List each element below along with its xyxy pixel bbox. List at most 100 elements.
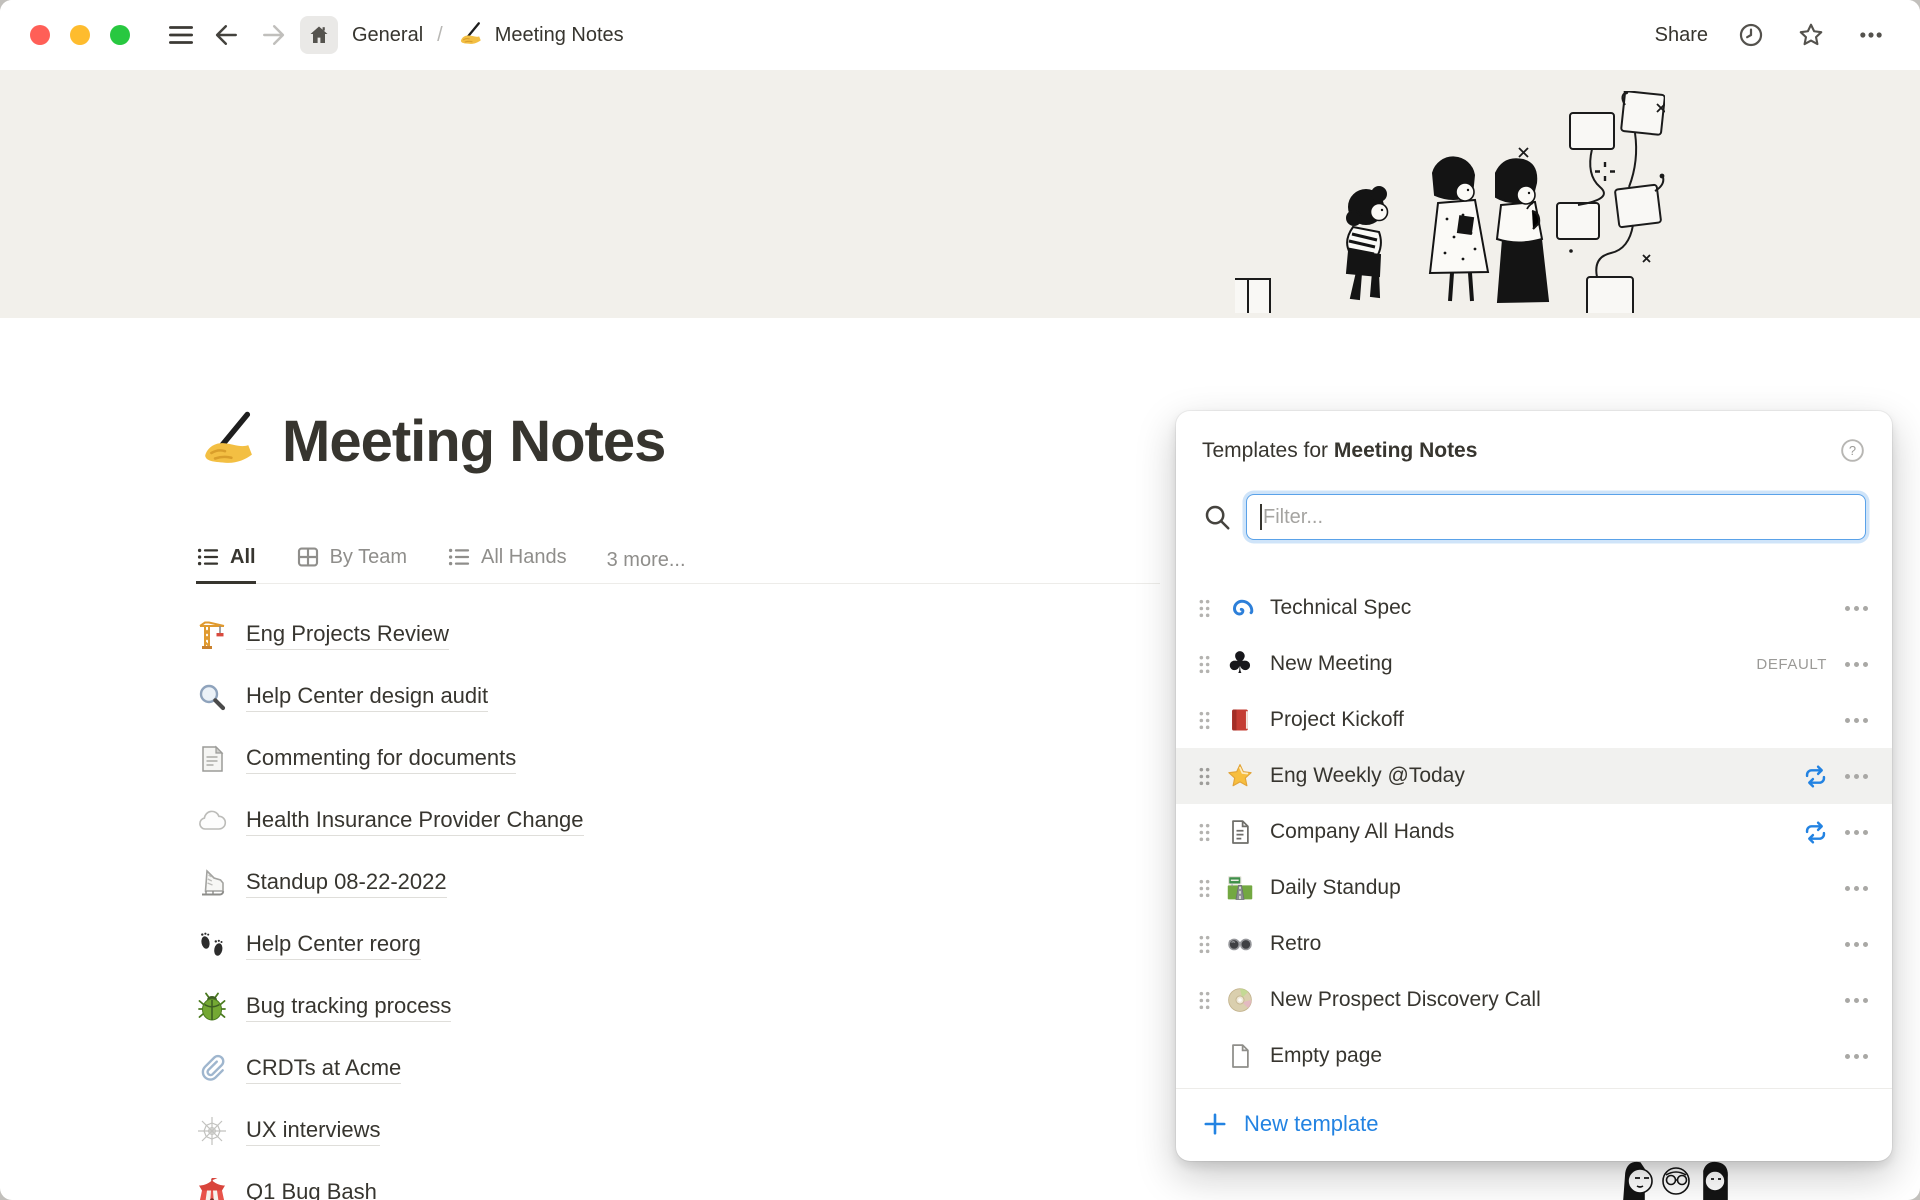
star-outline-icon [1797,21,1825,49]
page-link: UX interviews [246,1117,380,1146]
page-title[interactable]: Meeting Notes [282,408,665,475]
template-row-highlighted[interactable]: Eng Weekly @Today [1176,748,1892,804]
template-row[interactable]: Empty page [1176,1028,1892,1084]
template-label: New Meeting [1270,652,1756,676]
list-item[interactable]: Help Center design audit [196,666,976,728]
page-link: Standup 08-22-2022 [246,869,447,898]
minimize-window-button[interactable] [70,25,90,45]
list-item[interactable]: Help Center reorg [196,914,976,976]
new-template-label: New template [1244,1111,1379,1137]
recurring-icon [1802,819,1829,846]
template-label: Retro [1270,932,1843,956]
template-label: Daily Standup [1270,876,1843,900]
sidebar-toggle-button[interactable] [162,16,200,54]
bulleted-list-icon [447,545,471,569]
cover-illustration [1235,91,1665,318]
template-options-button[interactable] [1843,1048,1870,1065]
drag-handle-icon[interactable] [1196,990,1212,1011]
template-options-button[interactable] [1843,768,1870,785]
help-button[interactable]: ? [1839,437,1866,464]
recurring-icon [1802,763,1829,790]
home-button[interactable] [300,16,338,54]
template-label: Project Kickoff [1270,708,1843,732]
cd-icon [1226,986,1254,1014]
back-button[interactable] [208,16,246,54]
list-item[interactable]: Standup 08-22-2022 [196,852,976,914]
page-link: Health Insurance Provider Change [246,807,584,836]
template-options-button[interactable] [1843,824,1870,841]
star-icon [1226,762,1254,790]
tab-more[interactable]: 3 more... [607,549,686,584]
zoom-window-button[interactable] [110,25,130,45]
template-row[interactable]: Technical Spec [1176,580,1892,636]
template-options-button[interactable] [1843,656,1870,673]
template-row[interactable]: New Prospect Discovery Call [1176,972,1892,1028]
template-options-button[interactable] [1843,600,1870,617]
footprints-icon [196,929,228,961]
titlebar-actions: Share [1645,16,1890,54]
view-tabs: All By Team All Hands 3 more... [196,536,1160,584]
template-label: Technical Spec [1270,596,1843,620]
breadcrumb-workspace[interactable]: General [352,24,423,47]
default-badge: DEFAULT [1756,656,1827,673]
share-button[interactable]: Share [1645,18,1718,53]
page-link: Help Center reorg [246,931,421,960]
magnifying-glass-icon [196,681,228,713]
template-options-button[interactable] [1843,992,1870,1009]
close-window-button[interactable] [30,25,50,45]
drag-handle-icon[interactable] [1196,766,1212,787]
list-item[interactable]: Eng Projects Review [196,604,976,666]
app-window: General / Meeting Notes Share [0,0,1920,1200]
plus-icon [1202,1111,1228,1137]
list-item[interactable]: Bug tracking process [196,976,976,1038]
page-link: Eng Projects Review [246,621,449,650]
template-label: Company All Hands [1270,820,1802,844]
tab-label: All Hands [481,546,567,569]
drag-handle-icon[interactable] [1196,654,1212,675]
list-item[interactable]: Health Insurance Provider Change [196,790,976,852]
list-item[interactable]: UX interviews [196,1100,976,1162]
template-row[interactable]: Company All Hands [1176,804,1892,860]
tab-all-hands[interactable]: All Hands [447,545,567,584]
template-row[interactable]: Project Kickoff [1176,692,1892,748]
drag-handle-icon[interactable] [1196,822,1212,843]
red-book-icon [1226,706,1254,734]
arrow-right-icon [259,21,287,49]
template-row[interactable]: Retro [1176,916,1892,972]
more-options-button[interactable] [1852,16,1890,54]
template-options-button[interactable] [1843,880,1870,897]
template-label: New Prospect Discovery Call [1270,988,1843,1012]
traffic-lights [30,25,130,45]
beetle-icon [196,991,228,1023]
filter-input[interactable] [1246,494,1866,540]
page-link: Q1 Bug Bash [246,1179,377,1200]
tab-by-team[interactable]: By Team [296,545,407,584]
drag-handle-icon[interactable] [1196,710,1212,731]
list-item[interactable]: Q1 Bug Bash [196,1162,976,1200]
list-item[interactable]: CRDTs at Acme [196,1038,976,1100]
breadcrumb-page[interactable]: Meeting Notes [457,21,624,49]
template-options-button[interactable] [1843,712,1870,729]
forward-button[interactable] [254,16,292,54]
list-item[interactable]: Commenting for documents [196,728,976,790]
new-template-button[interactable]: New template [1176,1088,1892,1161]
template-row[interactable]: ♣ New Meeting DEFAULT [1176,636,1892,692]
page-image-fragment [1618,1155,1748,1200]
table-icon [296,545,320,569]
search-icon [1202,502,1232,532]
template-row[interactable]: Daily Standup [1176,860,1892,916]
drag-handle-icon[interactable] [1196,878,1212,899]
page-link: Help Center design audit [246,683,488,712]
home-icon [307,23,331,47]
drag-handle-icon[interactable] [1196,598,1212,619]
favorite-button[interactable] [1792,16,1830,54]
template-label: Eng Weekly @Today [1270,764,1802,788]
drag-handle-icon[interactable] [1196,934,1212,955]
breadcrumb: General / Meeting Notes [352,21,624,49]
tab-label: By Team [330,546,407,569]
updates-button[interactable] [1732,16,1770,54]
writing-hand-icon[interactable] [196,409,262,475]
templates-popover: Templates for Meeting Notes ? Technical … [1176,411,1892,1161]
template-options-button[interactable] [1843,936,1870,953]
tab-all[interactable]: All [196,545,256,584]
